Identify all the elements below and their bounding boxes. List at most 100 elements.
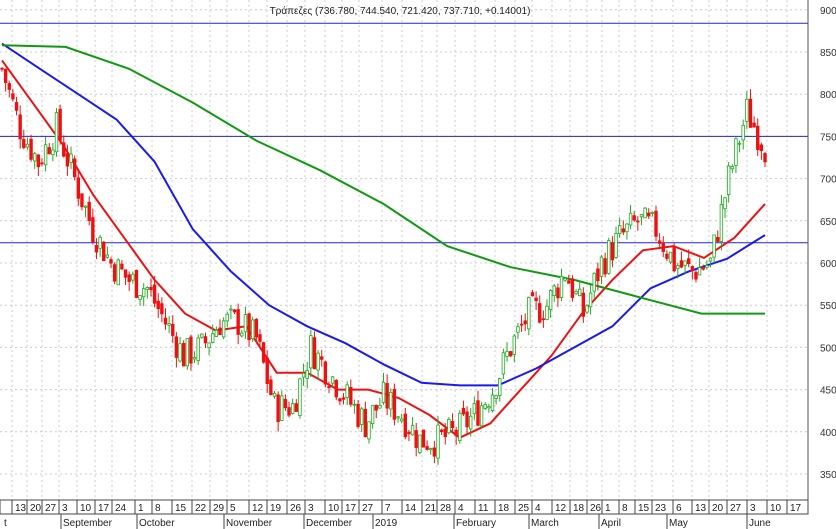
candle-body [163, 317, 168, 325]
week-label: 29 [213, 503, 225, 514]
candle-body [294, 403, 298, 412]
candle-body [301, 372, 306, 378]
candle-body [439, 429, 444, 433]
candle-body [574, 291, 578, 295]
candle-body [174, 336, 179, 358]
candle-body [58, 108, 62, 141]
candle-body [261, 342, 266, 363]
candle-body [218, 327, 222, 336]
candle-body [541, 318, 546, 321]
candle-body [668, 251, 673, 263]
candle-body [33, 152, 37, 162]
week-label: 5 [230, 503, 236, 514]
week-label: 10 [770, 503, 782, 514]
candle-body [657, 240, 662, 244]
candle-body [280, 395, 284, 421]
candle-body [436, 424, 440, 459]
candle-body [472, 403, 477, 415]
candle-body [145, 286, 150, 290]
chart-title: Τράπεζες (736.780, 744.540, 721.420, 737… [270, 5, 531, 17]
candle-body [468, 415, 473, 430]
candle-body [51, 149, 55, 156]
candle-body [359, 408, 364, 425]
week-label: 18 [498, 503, 510, 514]
candle-body [570, 278, 575, 298]
candle-body [258, 334, 262, 342]
candle-body [647, 212, 651, 217]
candle-body [632, 215, 636, 221]
y-tick-label: 850 [820, 48, 836, 59]
y-tick-label: 350 [820, 470, 836, 481]
candle-body [748, 98, 753, 128]
candle-body [596, 268, 600, 282]
candle-body [530, 292, 535, 297]
candle-body [370, 405, 375, 424]
candle-body [65, 153, 70, 167]
candle-body [254, 318, 259, 338]
candle-body [639, 214, 644, 218]
week-label: 1 [605, 503, 611, 514]
month-label: November [226, 518, 273, 529]
candle-body [290, 403, 295, 414]
y-tick-label: 750 [820, 132, 836, 143]
candle-body [479, 405, 484, 427]
candle-body [734, 138, 738, 166]
y-tick-label: 900 [820, 6, 836, 17]
candle-body [120, 263, 124, 270]
candle-body [276, 394, 280, 423]
candle-body [272, 392, 277, 397]
candle-body [487, 406, 491, 409]
candle-body [599, 256, 604, 277]
week-label: 27 [45, 503, 57, 514]
candle-body [189, 336, 193, 364]
candle-body [102, 241, 106, 262]
candle-body [559, 275, 564, 299]
candle-body [625, 223, 629, 233]
candle-body [240, 332, 244, 337]
candle-body [396, 416, 400, 419]
candle-body [501, 352, 506, 375]
candle-body [341, 397, 346, 400]
candle-body [759, 144, 764, 152]
candle-body [617, 225, 622, 234]
moving-average-line [1, 44, 765, 315]
candle-body [465, 411, 469, 428]
candle-body [105, 254, 110, 258]
candle-body [578, 288, 582, 297]
candle-body [127, 274, 131, 282]
horizontal-lines [0, 22, 808, 244]
candle-body [665, 253, 669, 259]
candle-body [83, 205, 88, 208]
candle-body [181, 343, 186, 367]
candle-body [374, 404, 378, 411]
candle-body [287, 407, 291, 416]
candle-body [425, 446, 429, 450]
candle-body [679, 260, 684, 268]
candle-body [483, 404, 487, 409]
candle-body [98, 236, 102, 249]
candle-body [418, 434, 422, 453]
week-label: 15 [638, 503, 650, 514]
week-label: 3 [62, 503, 68, 514]
month-label: t [4, 518, 7, 529]
candle-body [207, 342, 211, 349]
week-label: 6 [676, 503, 682, 514]
candle-body [461, 407, 466, 415]
week-label: 1 [138, 503, 144, 514]
candle-body [726, 165, 731, 195]
candle-body [22, 139, 26, 148]
candle-body [14, 102, 19, 111]
candle-body [363, 408, 368, 438]
candle-body [585, 305, 589, 313]
candle-body [62, 142, 66, 157]
candle-body [381, 381, 386, 403]
candle-body [116, 259, 120, 286]
candle-body [385, 383, 389, 409]
y-tick-label: 450 [820, 386, 836, 397]
week-label: 24 [115, 503, 127, 514]
week-label: 26 [590, 503, 602, 514]
candle-body [567, 280, 571, 284]
candle-body [392, 388, 397, 420]
candle-body [443, 428, 447, 438]
candle-body [87, 201, 91, 221]
